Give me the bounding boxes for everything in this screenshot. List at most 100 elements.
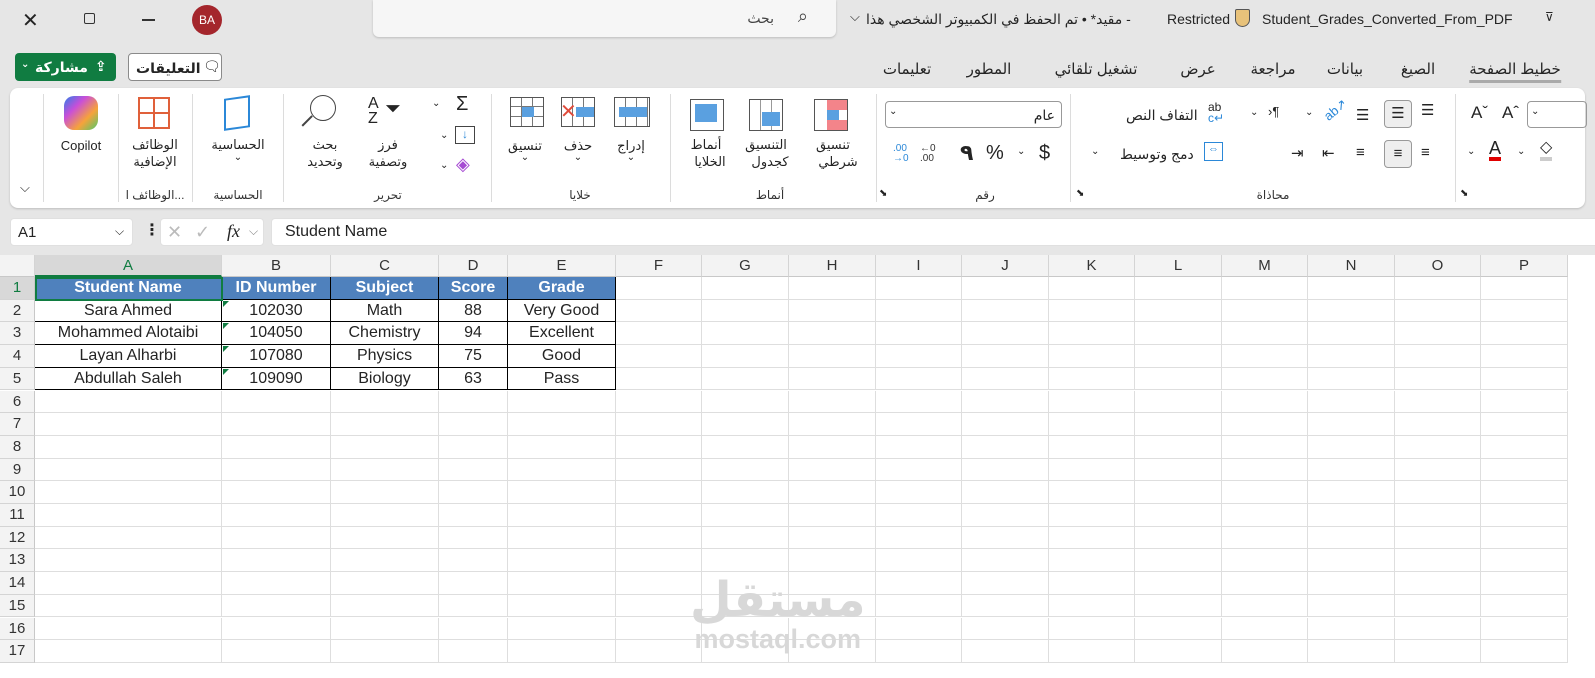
cell[interactable]: [508, 390, 616, 414]
row-header-12[interactable]: 12: [0, 526, 35, 550]
cell[interactable]: [1395, 367, 1481, 391]
row-header-9[interactable]: 9: [0, 458, 35, 482]
cell[interactable]: [1049, 299, 1135, 323]
column-header-A[interactable]: A: [35, 255, 222, 277]
column-header-E[interactable]: E: [508, 255, 616, 277]
cell[interactable]: [1481, 526, 1568, 550]
cell[interactable]: [616, 367, 702, 391]
align-right-icon[interactable]: ≡: [1356, 144, 1365, 161]
tab-view[interactable]: عرض: [1180, 60, 1215, 78]
cell[interactable]: [508, 413, 616, 436]
cell[interactable]: [1049, 277, 1135, 300]
data-cell[interactable]: Abdullah Saleh: [35, 367, 222, 391]
cell[interactable]: [876, 322, 962, 346]
cell[interactable]: [1049, 322, 1135, 346]
cell[interactable]: [331, 458, 439, 482]
cell[interactable]: [1395, 299, 1481, 323]
cell[interactable]: [962, 526, 1049, 550]
cell[interactable]: [439, 617, 508, 641]
column-header-O[interactable]: O: [1395, 255, 1481, 277]
cell[interactable]: [439, 504, 508, 527]
cell[interactable]: [35, 413, 222, 436]
row-header-2[interactable]: 2: [0, 299, 35, 323]
cell[interactable]: [1481, 504, 1568, 527]
cell[interactable]: [1222, 504, 1308, 527]
cell[interactable]: [616, 413, 702, 436]
cell[interactable]: [616, 322, 702, 346]
row-header-3[interactable]: 3: [0, 322, 35, 346]
column-header-I[interactable]: I: [876, 255, 962, 277]
cell[interactable]: [35, 572, 222, 595]
number-dialog-launcher-icon[interactable]: ⬊: [879, 188, 887, 199]
close-button[interactable]: ✕: [22, 8, 39, 33]
cell[interactable]: [1049, 504, 1135, 527]
comments-button[interactable]: التعليقات 🗨: [128, 53, 222, 81]
cell[interactable]: [616, 481, 702, 504]
cell[interactable]: [1395, 413, 1481, 436]
cell[interactable]: [876, 345, 962, 368]
cell[interactable]: [702, 367, 789, 391]
cell[interactable]: [789, 345, 876, 368]
cell[interactable]: [1049, 549, 1135, 573]
data-cell[interactable]: Biology: [331, 367, 439, 391]
alignment-dialog-launcher-icon[interactable]: ⬊: [1076, 188, 1084, 199]
currency-button[interactable]: $: [1039, 142, 1050, 165]
cell[interactable]: [1222, 277, 1308, 300]
column-header-L[interactable]: L: [1135, 255, 1222, 277]
cell[interactable]: [1222, 390, 1308, 414]
cell[interactable]: [789, 594, 876, 618]
align-center-icon[interactable]: ≡: [1384, 140, 1412, 168]
cell[interactable]: [1135, 549, 1222, 573]
spreadsheet-grid[interactable]: A B C D E F G H I J K L M N O P 1 Student Name ID Number Su…: [0, 255, 1595, 678]
cell[interactable]: [702, 277, 789, 300]
text-direction-icon[interactable]: ›¶: [1268, 104, 1279, 119]
cell[interactable]: [331, 549, 439, 573]
cell[interactable]: [789, 367, 876, 391]
cell[interactable]: [1135, 617, 1222, 641]
cell[interactable]: [508, 458, 616, 482]
cell[interactable]: [222, 594, 331, 618]
quick-access-chevron-icon[interactable]: ⊽: [1545, 10, 1554, 24]
cell[interactable]: [508, 594, 616, 618]
cell[interactable]: [1049, 594, 1135, 618]
cell[interactable]: [1308, 549, 1395, 573]
cell[interactable]: [222, 572, 331, 595]
cell[interactable]: [1395, 390, 1481, 414]
data-cell[interactable]: 102030: [222, 299, 331, 323]
row-header-11[interactable]: 11: [0, 504, 35, 527]
cell[interactable]: [1308, 481, 1395, 504]
cell[interactable]: [962, 367, 1049, 391]
column-header-G[interactable]: G: [702, 255, 789, 277]
avatar[interactable]: BA: [192, 5, 222, 35]
cell[interactable]: [876, 390, 962, 414]
cell[interactable]: [876, 549, 962, 573]
column-header-C[interactable]: C: [331, 255, 439, 277]
data-cell[interactable]: Excellent: [508, 322, 616, 346]
cell[interactable]: [616, 526, 702, 550]
comma-style-button[interactable]: ٩: [960, 140, 973, 166]
cell[interactable]: [222, 435, 331, 459]
cell[interactable]: [331, 526, 439, 550]
percent-button[interactable]: %: [986, 142, 1004, 165]
cell[interactable]: [35, 617, 222, 641]
cell[interactable]: [1135, 322, 1222, 346]
cell[interactable]: [439, 549, 508, 573]
row-header-14[interactable]: 14: [0, 572, 35, 595]
cell[interactable]: [222, 481, 331, 504]
column-header-D[interactable]: D: [439, 255, 508, 277]
cell[interactable]: [1481, 594, 1568, 618]
tab-formulas[interactable]: الصيغ: [1401, 60, 1435, 78]
cell[interactable]: [789, 435, 876, 459]
data-cell[interactable]: 75: [439, 345, 508, 368]
cell[interactable]: [1308, 345, 1395, 368]
tab-help[interactable]: تعليمات: [883, 60, 931, 78]
row-header-1[interactable]: 1: [0, 277, 35, 300]
cell[interactable]: [876, 594, 962, 618]
cell[interactable]: [439, 390, 508, 414]
cell[interactable]: [508, 617, 616, 641]
cell[interactable]: [1135, 458, 1222, 482]
font-dialog-launcher-icon[interactable]: ⬊: [1460, 188, 1468, 199]
data-cell[interactable]: Sara Ahmed: [35, 299, 222, 323]
decrease-indent-icon[interactable]: ⇤: [1322, 144, 1335, 162]
cell[interactable]: [1481, 549, 1568, 573]
